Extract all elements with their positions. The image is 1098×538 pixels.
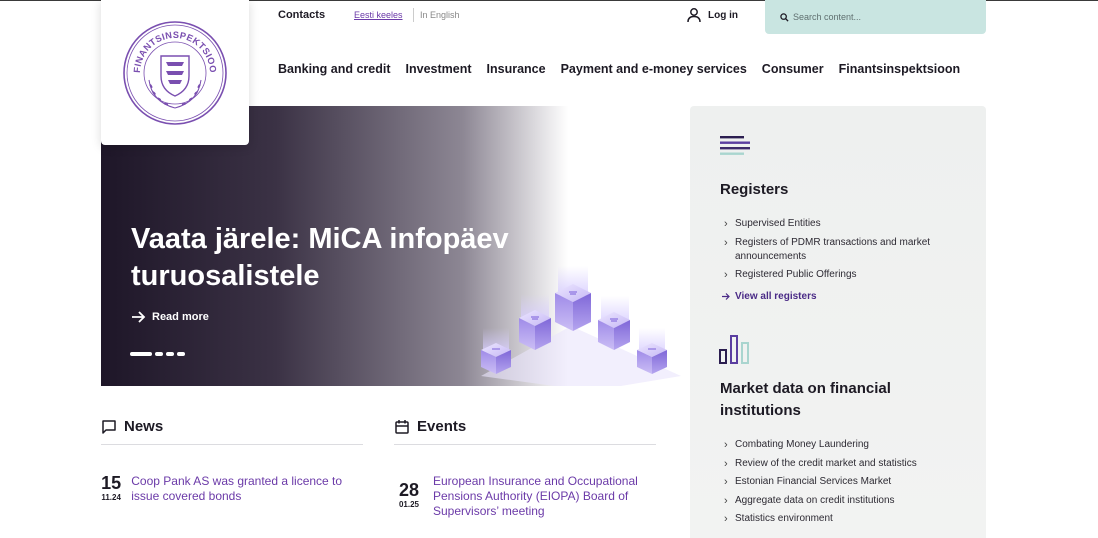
crypto-blocks-illustration bbox=[481, 266, 681, 386]
news-heading: News bbox=[101, 418, 163, 435]
news-item-link[interactable]: Coop Pank AS was granted a licence to is… bbox=[131, 474, 366, 504]
news-item[interactable]: 15 11.24 Coop Pank AS was granted a lice… bbox=[101, 474, 366, 504]
market-data-link[interactable]: Review of the credit market and statisti… bbox=[720, 457, 965, 471]
event-date-month: 01.25 bbox=[398, 500, 420, 509]
registers-list: Supervised Entities Registers of PDMR tr… bbox=[720, 217, 965, 287]
menu-lines-icon bbox=[720, 136, 750, 155]
hero-banner[interactable]: Vaata järele: MiCA infopäev turuosaliste… bbox=[101, 106, 685, 386]
event-item-link[interactable]: European Insurance and Occupational Pens… bbox=[433, 474, 658, 519]
registers-link[interactable]: Registered Public Offerings bbox=[720, 268, 965, 282]
nav-investment[interactable]: Investment bbox=[406, 62, 472, 76]
hero-read-more-link[interactable]: Read more bbox=[131, 311, 209, 323]
language-divider bbox=[413, 8, 414, 22]
market-data-list: Combating Money Laundering Review of the… bbox=[720, 438, 965, 531]
finantsinspektsioon-seal-logo[interactable]: FINANTSINSPEKTSIOON bbox=[122, 20, 228, 126]
news-heading-label: News bbox=[124, 418, 164, 435]
event-item[interactable]: 28 01.25 European Insurance and Occupati… bbox=[395, 474, 660, 519]
slide-dot[interactable] bbox=[155, 352, 163, 356]
slider-pagination bbox=[130, 352, 185, 356]
language-english-link[interactable]: In English bbox=[420, 10, 460, 20]
registers-link[interactable]: Registers of PDMR transactions and marke… bbox=[720, 236, 965, 264]
nav-banking-and-credit[interactable]: Banking and credit bbox=[278, 62, 391, 76]
search-input[interactable] bbox=[793, 12, 973, 22]
speech-bubble-icon bbox=[102, 419, 116, 434]
user-icon bbox=[687, 8, 701, 23]
logo-card[interactable]: FINANTSINSPEKTSIOON bbox=[101, 0, 249, 145]
events-heading-label: Events bbox=[417, 418, 467, 435]
event-date: 28 01.25 bbox=[395, 474, 423, 519]
login-button[interactable]: Log in bbox=[686, 7, 738, 23]
language-estonian-link[interactable]: Eesti keeles bbox=[354, 10, 403, 20]
nav-insurance[interactable]: Insurance bbox=[487, 62, 546, 76]
slide-dot-active[interactable] bbox=[130, 352, 152, 356]
login-label: Log in bbox=[708, 9, 738, 21]
view-all-registers-link[interactable]: View all registers bbox=[722, 291, 817, 302]
registers-link[interactable]: Supervised Entities bbox=[720, 217, 965, 231]
news-date-month: 11.24 bbox=[101, 493, 121, 502]
nav-payment-and-e-money-services[interactable]: Payment and e-money services bbox=[561, 62, 747, 76]
event-date-day: 28 bbox=[398, 480, 420, 500]
market-data-link[interactable]: Estonian Financial Services Market bbox=[720, 475, 965, 489]
main-navigation: Banking and credit Investment Insurance … bbox=[278, 62, 960, 76]
registers-heading: Registers bbox=[720, 181, 789, 198]
news-date-day: 15 bbox=[101, 473, 122, 493]
quick-links-panel: Registers Supervised Entities Registers … bbox=[690, 106, 986, 538]
nav-finantsinspektsioon[interactable]: Finantsinspektsioon bbox=[839, 62, 961, 76]
calendar-icon bbox=[395, 419, 409, 434]
market-data-link[interactable]: Statistics environment bbox=[720, 512, 965, 526]
read-more-label: Read more bbox=[152, 311, 209, 323]
news-divider bbox=[101, 444, 363, 445]
contacts-link[interactable]: Contacts bbox=[278, 9, 325, 21]
search-icon bbox=[780, 12, 789, 22]
events-heading: Events bbox=[394, 418, 466, 435]
slide-dot[interactable] bbox=[177, 352, 185, 356]
market-data-heading: Market data on financial institutions bbox=[720, 380, 891, 419]
nav-consumer[interactable]: Consumer bbox=[762, 62, 824, 76]
market-data-link[interactable]: Aggregate data on credit institutions bbox=[720, 494, 965, 508]
search-bar[interactable] bbox=[765, 0, 986, 34]
view-all-registers-label: View all registers bbox=[735, 291, 817, 302]
slide-dot[interactable] bbox=[166, 352, 174, 356]
market-data-link[interactable]: Combating Money Laundering bbox=[720, 438, 965, 452]
bar-chart-icon bbox=[719, 335, 749, 364]
news-date: 15 11.24 bbox=[101, 474, 121, 504]
arrow-right-icon bbox=[722, 293, 730, 300]
events-divider bbox=[394, 444, 656, 445]
arrow-right-icon bbox=[132, 311, 146, 323]
